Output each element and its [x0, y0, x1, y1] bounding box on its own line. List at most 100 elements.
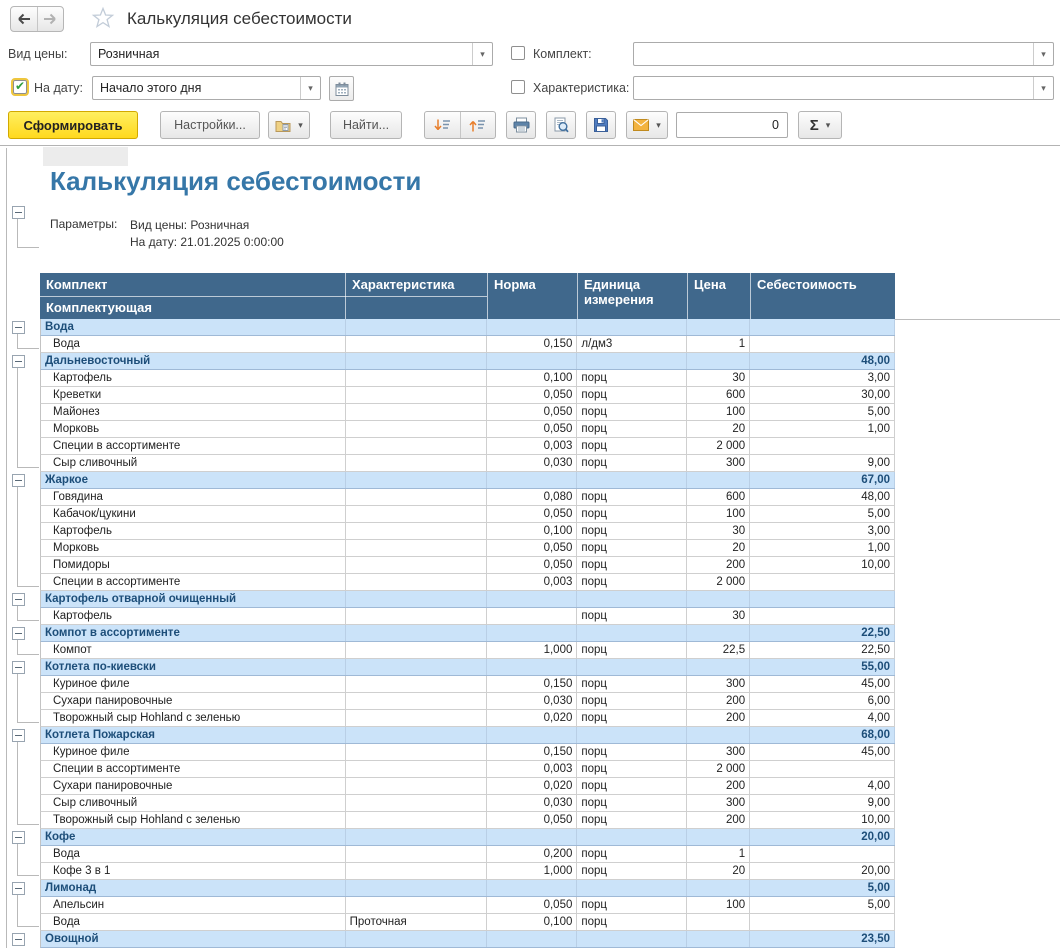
item-row[interactable]: Специи в ассортименте0,003порц2 000: [40, 574, 895, 591]
price-type-dropdown-icon[interactable]: ▾: [472, 43, 492, 65]
group-row[interactable]: Котлета по-киевски55,00: [40, 659, 895, 676]
cell-char: [346, 472, 488, 488]
cell-char: [346, 438, 488, 454]
cell-price: [687, 625, 750, 641]
item-row[interactable]: Помидоры0,050порц20010,00: [40, 557, 895, 574]
collapse-group-button[interactable]: [12, 474, 25, 487]
cell-norm: [487, 319, 577, 335]
autosum-button[interactable]: Σ ▾: [798, 111, 842, 139]
item-row[interactable]: Специи в ассортименте0,003порц2 000: [40, 438, 895, 455]
autosum-value-field[interactable]: 0: [676, 112, 788, 138]
item-row[interactable]: Вода0,200порц1: [40, 846, 895, 863]
calendar-button[interactable]: [329, 76, 354, 101]
item-row[interactable]: Куриное филе0,150порц30045,00: [40, 676, 895, 693]
group-row[interactable]: Лимонад5,00: [40, 880, 895, 897]
cell-unit: порц: [577, 404, 687, 420]
collapse-group-button[interactable]: [12, 933, 25, 946]
sort-ascending-button[interactable]: [461, 112, 496, 138]
characteristic-dropdown-icon[interactable]: ▾: [1033, 77, 1053, 99]
sort-ascending-icon: [469, 118, 486, 133]
item-row[interactable]: Вода0,150л/дм31: [40, 336, 895, 353]
find-button[interactable]: Найти...: [330, 111, 402, 139]
cell-norm: 0,050: [487, 404, 577, 420]
item-row[interactable]: Компот1,000порц22,522,50: [40, 642, 895, 659]
item-row[interactable]: Творожный сыр Hohland с зеленью0,020порц…: [40, 710, 895, 727]
favorite-star-icon[interactable]: [91, 6, 115, 30]
header-kit: Комплект: [40, 273, 345, 296]
print-button[interactable]: [506, 111, 536, 139]
cell-char: [346, 574, 488, 590]
item-row[interactable]: Говядина0,080порц60048,00: [40, 489, 895, 506]
date-select[interactable]: Начало этого дня ▾: [92, 76, 321, 100]
sort-descending-button[interactable]: [425, 112, 461, 138]
item-row[interactable]: Картофель0,100порц303,00: [40, 523, 895, 540]
kit-checkbox[interactable]: [511, 46, 525, 60]
save-button[interactable]: [586, 111, 616, 139]
cell-unit: порц: [577, 608, 687, 624]
collapse-group-button[interactable]: [12, 661, 25, 674]
settings-button[interactable]: Настройки...: [160, 111, 260, 139]
price-type-select[interactable]: Розничная ▾: [90, 42, 493, 66]
cell-char: [346, 489, 488, 505]
item-row[interactable]: Картофель0,100порц303,00: [40, 370, 895, 387]
characteristic-select[interactable]: ▾: [633, 76, 1054, 100]
item-row[interactable]: ВодаПроточная0,100порц: [40, 914, 895, 931]
item-row[interactable]: Креветки0,050порц60030,00: [40, 387, 895, 404]
collapse-group-button[interactable]: [12, 831, 25, 844]
item-row[interactable]: Картофельпорц30: [40, 608, 895, 625]
send-mail-button[interactable]: ▾: [626, 111, 668, 139]
collapse-group-button[interactable]: [12, 882, 25, 895]
cell-unit: [577, 659, 687, 675]
date-value: Начало этого дня: [100, 81, 201, 95]
item-row[interactable]: Специи в ассортименте0,003порц2 000: [40, 761, 895, 778]
item-row[interactable]: Сухари панировочные0,020порц2004,00: [40, 778, 895, 795]
selected-cell[interactable]: [43, 147, 128, 166]
group-row[interactable]: Котлета Пожарская68,00: [40, 727, 895, 744]
item-row[interactable]: Морковь0,050порц201,00: [40, 421, 895, 438]
group-row[interactable]: Вода: [40, 319, 895, 336]
collapse-group-button[interactable]: [12, 627, 25, 640]
collapse-group-button[interactable]: [12, 729, 25, 742]
cell-char: [346, 591, 488, 607]
date-dropdown-icon[interactable]: ▾: [300, 77, 320, 99]
characteristic-checkbox[interactable]: [511, 80, 525, 94]
cell-norm: [487, 625, 577, 641]
kit-select[interactable]: ▾: [633, 42, 1054, 66]
generate-button[interactable]: Сформировать: [8, 111, 138, 139]
collapse-group-button[interactable]: [12, 355, 25, 368]
group-row[interactable]: Картофель отварной очищенный: [40, 591, 895, 608]
date-checkbox[interactable]: [13, 80, 27, 94]
item-row[interactable]: Кабачок/цукини0,050порц1005,00: [40, 506, 895, 523]
group-row[interactable]: Жаркое67,00: [40, 472, 895, 489]
cell-norm: [487, 829, 577, 845]
forward-button[interactable]: [38, 7, 64, 31]
item-row[interactable]: Сыр сливочный0,030порц3009,00: [40, 455, 895, 472]
item-row[interactable]: Майонез0,050порц1005,00: [40, 404, 895, 421]
cell-unit: порц: [577, 914, 687, 930]
item-row[interactable]: Кофе 3 в 11,000порц2020,00: [40, 863, 895, 880]
item-row[interactable]: Сыр сливочный0,030порц3009,00: [40, 795, 895, 812]
group-row[interactable]: Овощной23,50: [40, 931, 895, 948]
group-row[interactable]: Кофе20,00: [40, 829, 895, 846]
preview-button[interactable]: [546, 111, 576, 139]
save-icon: [593, 117, 609, 133]
item-row[interactable]: Морковь0,050порц201,00: [40, 540, 895, 557]
cell-norm: 0,050: [487, 557, 577, 573]
group-row[interactable]: Компот в ассортименте22,50: [40, 625, 895, 642]
print-icon: [513, 117, 530, 133]
calculation-table: Комплект Комплектующая Характеристика Но…: [40, 273, 895, 948]
cell-norm: 0,003: [487, 761, 577, 777]
collapse-group-button[interactable]: [12, 321, 25, 334]
report-variants-button[interactable]: ▾: [268, 111, 310, 139]
item-row[interactable]: Апельсин0,050порц1005,00: [40, 897, 895, 914]
item-row[interactable]: Творожный сыр Hohland с зеленью0,050порц…: [40, 812, 895, 829]
back-button[interactable]: [11, 7, 38, 31]
cell-unit: [577, 353, 687, 369]
item-row[interactable]: Куриное филе0,150порц30045,00: [40, 744, 895, 761]
kit-dropdown-icon[interactable]: ▾: [1033, 43, 1053, 65]
collapse-group-button[interactable]: [12, 593, 25, 606]
group-row[interactable]: Дальневосточный48,00: [40, 353, 895, 370]
cell-unit: порц: [577, 557, 687, 573]
item-row[interactable]: Сухари панировочные0,030порц2006,00: [40, 693, 895, 710]
collapse-report-button[interactable]: [12, 206, 25, 219]
